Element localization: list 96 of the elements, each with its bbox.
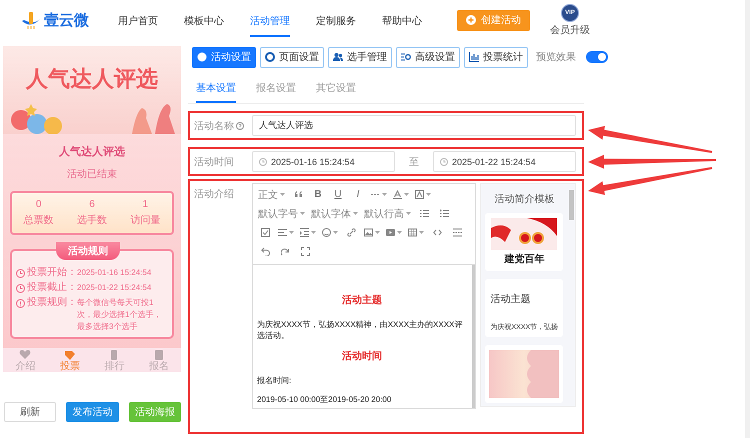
vip-label[interactable]: 会员升级 [550, 22, 590, 36]
stat-label: 总票数 [24, 214, 54, 227]
template-card[interactable]: 建党百年 [485, 213, 564, 271]
format-button[interactable]: I [348, 185, 368, 204]
indent-icon [300, 228, 309, 237]
nav-link[interactable]: 模板中心 [184, 3, 224, 37]
rule-label: 投票规则： [27, 297, 77, 309]
field-label: 活动时间 [194, 156, 234, 168]
heart-icon [19, 349, 32, 361]
rule-value: 2025-01-16 15:24:54 [77, 267, 152, 279]
clock-icon [259, 158, 267, 166]
scrollbar [569, 190, 574, 220]
activity-title: 人气达人评选 [59, 144, 125, 159]
stat-value: 0 [36, 199, 42, 210]
highlight-icon [415, 190, 424, 199]
align-icon [278, 228, 287, 237]
undo-icon [260, 247, 270, 256]
clock-icon [440, 158, 448, 166]
format-dropdown[interactable]: 默认字体 [308, 204, 361, 223]
caret-icon [353, 212, 358, 215]
rules-heading: 活动规则 [56, 242, 120, 260]
content-heading: 活动主题 [340, 293, 383, 307]
bullet-list-icon [420, 209, 428, 218]
rule-label: 投票截止： [27, 282, 77, 294]
users-icon [333, 52, 343, 62]
numbered-list-icon [440, 209, 448, 218]
stat-label: 访问量 [130, 214, 160, 227]
caret-icon [300, 212, 305, 215]
settings-tab[interactable]: 投票统计 [464, 46, 528, 68]
info-icon [16, 299, 25, 308]
nav-link[interactable]: 用户首页 [118, 3, 158, 37]
template-caption: 建党百年 [504, 252, 544, 266]
settings-tab[interactable]: 页面设置 [260, 46, 324, 68]
stat-label: 选手数 [76, 214, 107, 227]
bar-chart-icon [469, 52, 479, 62]
format-button[interactable]: B [308, 185, 328, 204]
fullscreen-icon [300, 247, 310, 256]
content-paragraph: 报名时间: [257, 375, 292, 386]
checkbox-icon [260, 228, 270, 237]
settings-subtab[interactable]: 报名设置 [256, 78, 296, 103]
caret-icon [280, 193, 285, 196]
settings-tab[interactable]: 选手管理 [328, 46, 392, 68]
banner-title: 人气达人评选 [26, 65, 158, 93]
rule-label: 投票开始： [27, 267, 77, 279]
stat-value: 1 [142, 199, 148, 210]
nav-link[interactable]: 帮助中心 [382, 3, 422, 37]
link-icon [346, 228, 356, 237]
field-label: 活动介绍 [194, 188, 234, 201]
settings-tab[interactable]: 活动设置 [192, 46, 256, 68]
image-icon [364, 228, 373, 237]
flag-artwork [491, 218, 558, 250]
table-icon [408, 228, 417, 237]
help-icon [236, 122, 244, 130]
name-input[interactable]: 人气达人评选 [252, 115, 576, 136]
nav-link[interactable]: 定制服务 [316, 3, 356, 37]
tab-bar-item[interactable]: 投票 [48, 348, 92, 372]
activity-status: 活动已结束 [67, 168, 117, 181]
format-dropdown[interactable]: 默认行高 [361, 204, 414, 223]
settings-tab[interactable]: 高级设置 [396, 46, 460, 68]
font-color-icon [393, 190, 402, 199]
emoji-icon [322, 228, 331, 237]
video-icon [386, 228, 395, 237]
format-button[interactable]: U [328, 185, 348, 204]
action-button[interactable]: 刷新 [4, 402, 56, 422]
redo-icon [280, 247, 290, 256]
settings-subtab[interactable]: 其它设置 [316, 78, 356, 103]
divider-icon [452, 228, 462, 237]
preview-toggle[interactable] [586, 51, 608, 63]
nav-link[interactable]: 活动管理 [250, 3, 290, 37]
content-paragraph: 为庆祝XXXX节，弘扬XXXX精神，由XXXX主办的XXXX评选活动。 [257, 319, 464, 341]
create-activity-button[interactable]: 创建活动 [457, 10, 530, 30]
stat-value: 6 [89, 199, 95, 210]
editor-content[interactable]: 活动主题 为庆祝XXXX节，弘扬XXXX精神，由XXXX主办的XXXX评选活动。 活动时间 报名时间: 2019-05-10 00:00至2019-05-20 20:00 [253, 265, 475, 408]
separator-text: 至 [408, 156, 420, 168]
clock-icon [16, 269, 25, 278]
date-input[interactable]: 2025-01-16 15:24:54 [252, 151, 395, 172]
settings-subtab[interactable]: 基本设置 [196, 78, 236, 103]
field-label: 活动名称 [194, 120, 234, 132]
format-dropdown[interactable]: 正文 [255, 185, 288, 204]
template-panel-title: 活动简介模板 [494, 192, 554, 206]
date-input[interactable]: 2025-01-22 15:24:54 [433, 151, 576, 172]
rule-value: 每个微信号每天可投1次，最少选择1个选手，最多选择3个选手 [77, 297, 162, 333]
content-heading: 活动时间 [340, 350, 383, 363]
quote-icon [294, 190, 302, 199]
action-button[interactable]: 发布活动 [66, 402, 119, 422]
plus-icon [466, 15, 476, 25]
preview-label: 预览效果 [536, 51, 576, 64]
sliders-icon [401, 52, 411, 62]
logo-text: 壹云微 [44, 10, 89, 30]
clock-icon [16, 284, 25, 293]
format-dropdown[interactable]: 默认字号 [255, 204, 308, 223]
template-heading: 活动主题 [490, 292, 530, 306]
rule-value: 2025-01-22 15:24:54 [77, 282, 152, 294]
caret-icon [406, 212, 411, 215]
code-icon [432, 228, 442, 237]
content-paragraph: 2019-05-10 00:00至2019-05-20 20:00 [257, 394, 392, 405]
